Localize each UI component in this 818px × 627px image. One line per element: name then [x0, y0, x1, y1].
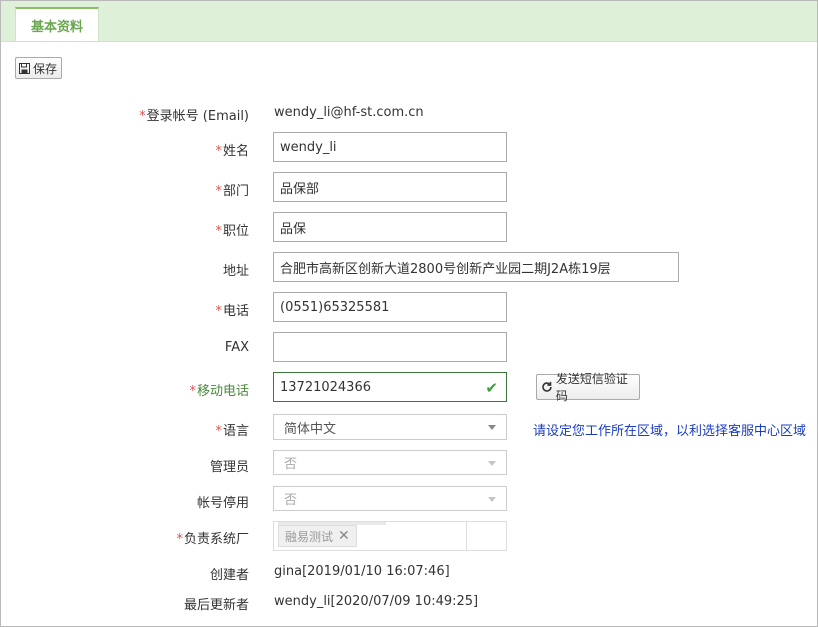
mobile-input[interactable]: 13721024366 ✔ — [273, 372, 507, 402]
language-select[interactable]: 简体中文 — [273, 414, 507, 440]
account-disabled-select[interactable]: 否 — [273, 486, 507, 511]
updater-label: 最后更新者 — [183, 598, 249, 613]
profile-panel: 基本资料 保存 *登录帐号 (Email) wendy_li@hf-st.com… — [0, 0, 818, 627]
send-sms-code-label: 发送短信验证码 — [555, 372, 628, 403]
position-input[interactable]: 品保 — [273, 212, 507, 242]
remove-chip-icon[interactable]: ✕ — [338, 528, 350, 544]
mobile-value: 13721024366 — [280, 379, 371, 395]
tab-basic-info[interactable]: 基本资料 — [15, 7, 99, 41]
email-label: *登录帐号 (Email) — [139, 109, 249, 124]
refresh-icon — [542, 381, 552, 392]
send-sms-code-button[interactable]: 发送短信验证码 — [536, 372, 640, 403]
save-button[interactable]: 保存 — [15, 57, 62, 79]
admin-select[interactable]: 否 — [273, 450, 507, 475]
address-label: 地址 — [222, 264, 249, 279]
account-disabled-label: 帐号停用 — [196, 496, 249, 511]
chevron-down-icon — [488, 425, 496, 430]
vendor-chip-label: 融易测试 — [285, 529, 334, 544]
dept-label: *部门 — [215, 184, 249, 199]
phone-input[interactable]: (0551)65325581 — [273, 292, 507, 322]
admin-label: 管理员 — [209, 460, 249, 475]
chevron-down-icon — [488, 460, 496, 466]
name-input[interactable]: wendy_li — [273, 132, 507, 162]
vendor-chip-area: 融易测试 ✕ — [274, 522, 467, 550]
fax-label: FAX — [224, 340, 249, 355]
email-value: wendy_li@hf-st.com.cn — [274, 105, 424, 120]
mobile-label: *移动电话 — [189, 384, 249, 399]
address-input[interactable]: 合肥市高新区创新大道2800号创新产业园二期J2A栋19层 — [273, 252, 679, 282]
phone-label: *电话 — [215, 304, 249, 319]
fax-input[interactable] — [273, 332, 507, 362]
creator-label: 创建者 — [209, 568, 249, 583]
name-label: *姓名 — [215, 144, 249, 159]
vendor-multiselect[interactable]: 融易测试 ✕ — [273, 521, 507, 551]
language-label: *语言 — [215, 424, 249, 439]
save-button-label: 保存 — [33, 61, 58, 76]
position-label: *职位 — [215, 224, 249, 239]
chevron-down-icon — [488, 496, 496, 502]
vendor-label: *负责系统厂 — [176, 532, 249, 547]
updater-value: wendy_li[2020/07/09 10:49:25] — [274, 594, 479, 609]
language-value: 简体中文 — [284, 421, 337, 437]
creator-value: gina[2019/01/10 16:07:46] — [274, 564, 450, 579]
account-disabled-value: 否 — [284, 493, 298, 508]
tab-bar: 基本资料 — [1, 1, 817, 42]
language-hint: 请设定您工作所在区域，以利选择客服中心区域 — [533, 424, 807, 439]
dept-input[interactable]: 品保部 — [273, 172, 507, 202]
check-icon: ✔ — [485, 379, 498, 397]
floppy-icon — [19, 62, 30, 74]
vendor-chip: 融易测试 ✕ — [278, 525, 357, 547]
admin-value: 否 — [284, 457, 298, 472]
